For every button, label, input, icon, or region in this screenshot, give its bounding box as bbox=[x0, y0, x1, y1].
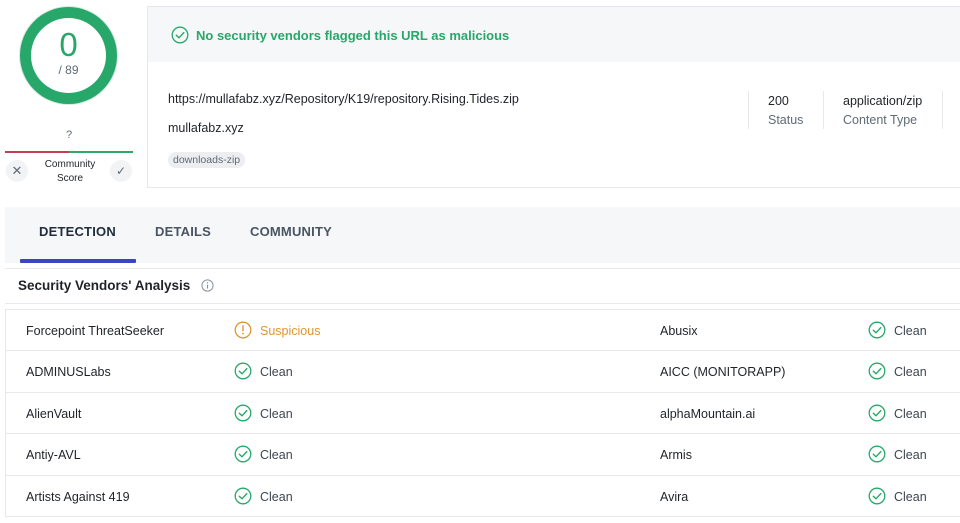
vendor-row: Antiy-AVL Clean Armis Clean bbox=[6, 434, 960, 476]
vendor-result: Clean bbox=[894, 448, 927, 463]
check-circle-icon bbox=[868, 404, 886, 422]
detection-score-value: 0 bbox=[59, 26, 78, 63]
stat-divider bbox=[823, 91, 824, 129]
community-score-value: ? bbox=[65, 129, 73, 141]
stat-divider bbox=[942, 91, 943, 129]
verdict-text: No security vendors flagged this URL as … bbox=[196, 28, 510, 43]
info-icon[interactable] bbox=[201, 279, 214, 292]
detection-score-total: / 89 bbox=[58, 63, 79, 77]
check-circle-icon bbox=[234, 362, 252, 380]
score-ring: 0 / 89 bbox=[20, 7, 117, 104]
vendor-table: Forcepoint ThreatSeeker Suspicious Abusix C… bbox=[5, 309, 960, 517]
community-score-bar bbox=[5, 151, 133, 153]
vendor-result: Suspicious bbox=[260, 324, 321, 338]
vendor-result: Clean bbox=[894, 324, 927, 338]
tab-detection[interactable]: DETECTION bbox=[39, 224, 116, 239]
url-tag[interactable]: downloads-zip bbox=[168, 152, 246, 168]
vendor-name: Abusix bbox=[660, 324, 698, 338]
check-circle-icon bbox=[868, 362, 886, 380]
active-tab-indicator bbox=[20, 259, 136, 263]
vendor-name: AlienVault bbox=[26, 406, 82, 421]
url-info-card: No security vendors flagged this URL as … bbox=[147, 6, 960, 188]
stat-divider bbox=[748, 91, 749, 129]
url-domain[interactable]: mullafabz.xyz bbox=[168, 121, 244, 135]
community-score-label: Community Score bbox=[44, 159, 96, 184]
status-label: Status bbox=[768, 113, 804, 127]
check-circle-icon bbox=[868, 321, 886, 339]
vendor-result: Clean bbox=[894, 406, 927, 421]
vendor-row: Forcepoint ThreatSeeker Suspicious Abusix C… bbox=[6, 310, 960, 352]
detection-score-panel: 0 / 89 ? ✕ Community Score ✓ bbox=[0, 0, 140, 190]
vendor-name: alphaMountain.ai bbox=[660, 406, 756, 421]
check-circle-icon bbox=[234, 487, 252, 505]
vendor-result: Clean bbox=[260, 365, 293, 380]
check-circle-icon bbox=[234, 445, 252, 463]
tab-community[interactable]: COMMUNITY bbox=[250, 224, 332, 239]
vendor-result: Clean bbox=[260, 406, 293, 421]
section-title: Security Vendors' Analysis bbox=[18, 278, 191, 293]
check-circle-icon bbox=[868, 487, 886, 505]
vote-harmful-icon[interactable]: ✕ bbox=[6, 160, 28, 182]
vendor-result: Clean bbox=[260, 448, 293, 463]
score-ring-inner: 0 / 89 bbox=[31, 18, 106, 93]
vendor-name: Antiy-AVL bbox=[26, 448, 81, 463]
tab-details[interactable]: DETAILS bbox=[155, 224, 211, 239]
check-circle-icon bbox=[234, 404, 252, 422]
vendor-row: ADMINUSLabs Clean AICC (MONITORAPP) Clean bbox=[6, 351, 960, 393]
tab-bar: DETECTION DETAILS COMMUNITY bbox=[5, 207, 960, 263]
vendor-name: AICC (MONITORAPP) bbox=[660, 365, 786, 380]
content-type-label: Content Type bbox=[843, 113, 918, 127]
vendor-name: Artists Against 419 bbox=[26, 489, 130, 504]
vendor-name: Armis bbox=[660, 448, 692, 463]
info-circle-icon bbox=[234, 321, 252, 339]
divider bbox=[5, 303, 960, 304]
vendor-result: Clean bbox=[894, 365, 927, 380]
divider bbox=[5, 268, 960, 269]
vendor-result: Clean bbox=[894, 489, 927, 504]
status-value: 200 bbox=[768, 94, 789, 108]
vendor-name: Avira bbox=[660, 489, 689, 504]
vendor-row: Artists Against 419 Clean Avira Clean bbox=[6, 476, 960, 517]
vendor-name: Forcepoint ThreatSeeker bbox=[26, 324, 165, 338]
content-type-value: application/zip bbox=[843, 94, 923, 108]
vote-harmless-icon[interactable]: ✓ bbox=[110, 160, 132, 182]
verdict-banner: No security vendors flagged this URL as … bbox=[148, 7, 960, 62]
scanned-url: https://mullafabz.xyz/Repository/K19/rep… bbox=[168, 92, 519, 106]
check-circle-icon bbox=[171, 26, 189, 44]
vendor-row: AlienVault Clean alphaMountain.ai Clean bbox=[6, 393, 960, 435]
vendor-result: Clean bbox=[260, 489, 293, 504]
vendor-name: ADMINUSLabs bbox=[26, 365, 111, 380]
check-circle-icon bbox=[868, 445, 886, 463]
